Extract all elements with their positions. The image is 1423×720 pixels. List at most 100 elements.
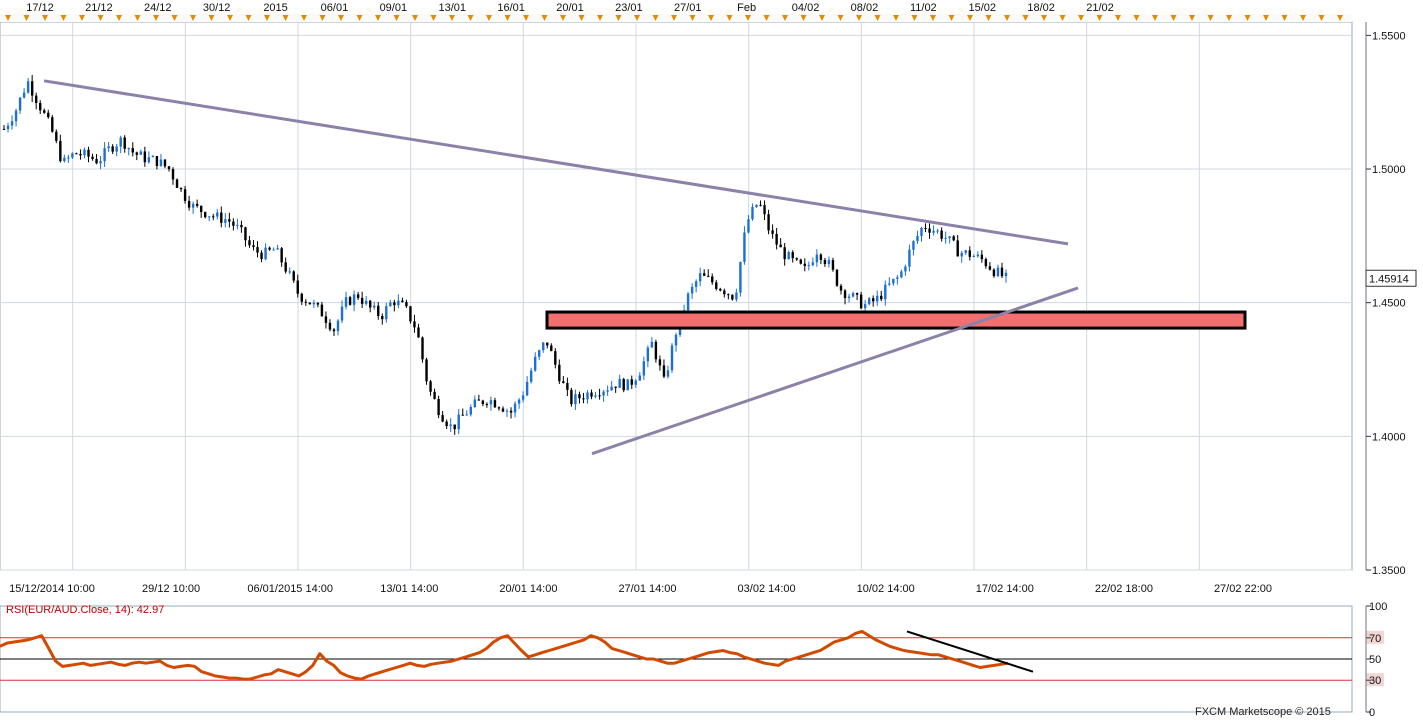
candle-body[interactable]: [529, 370, 533, 382]
candle-body[interactable]: [22, 92, 26, 98]
candle-body[interactable]: [304, 301, 308, 303]
candle-body[interactable]: [14, 110, 18, 122]
candle-body[interactable]: [747, 219, 750, 233]
candle-body[interactable]: [183, 189, 187, 201]
candle-body[interactable]: [155, 156, 159, 166]
candle-body[interactable]: [441, 415, 444, 422]
candle-body[interactable]: [924, 227, 927, 229]
candle-body[interactable]: [147, 157, 151, 163]
candle-body[interactable]: [272, 249, 275, 251]
candle-body[interactable]: [316, 302, 320, 305]
candle-body[interactable]: [39, 102, 42, 111]
candle-body[interactable]: [212, 216, 215, 218]
candle-body[interactable]: [256, 247, 259, 253]
candle-body[interactable]: [79, 153, 82, 156]
candle-body[interactable]: [823, 259, 827, 265]
candle-body[interactable]: [324, 316, 328, 323]
candle-body[interactable]: [558, 364, 561, 382]
candle-body[interactable]: [876, 295, 879, 302]
candle-body[interactable]: [550, 345, 553, 352]
candle-body[interactable]: [135, 152, 138, 155]
candle-body[interactable]: [18, 97, 22, 111]
candle-body[interactable]: [775, 233, 778, 245]
candle-body[interactable]: [413, 321, 416, 328]
candle-body[interactable]: [264, 247, 267, 260]
candle-body[interactable]: [477, 399, 481, 401]
candle-body[interactable]: [385, 306, 388, 320]
candle-body[interactable]: [570, 389, 573, 405]
candle-body[interactable]: [711, 276, 714, 283]
candle-body[interactable]: [260, 252, 263, 260]
candle-body[interactable]: [843, 290, 847, 299]
candle-body[interactable]: [779, 244, 782, 248]
candle-body[interactable]: [26, 81, 30, 93]
candle-body[interactable]: [509, 410, 513, 413]
candle-body[interactable]: [811, 262, 815, 266]
candle-body[interactable]: [91, 156, 94, 159]
candle-body[interactable]: [99, 161, 102, 164]
candle-body[interactable]: [670, 345, 674, 371]
candle-body[interactable]: [542, 342, 545, 351]
candle-body[interactable]: [360, 297, 364, 304]
support-zone[interactable]: [545, 310, 1247, 330]
candle-body[interactable]: [650, 341, 654, 348]
candle-body[interactable]: [320, 304, 324, 317]
candle-body[interactable]: [723, 290, 726, 295]
candle-body[interactable]: [610, 386, 613, 391]
candle-body[interactable]: [87, 149, 90, 157]
candle-body[interactable]: [586, 392, 589, 400]
candle-body[interactable]: [151, 156, 155, 158]
candle-body[interactable]: [642, 361, 646, 376]
candle-body[interactable]: [204, 212, 207, 218]
candle-body[interactable]: [992, 269, 996, 277]
candle-body[interactable]: [646, 347, 650, 362]
candle-body[interactable]: [803, 263, 806, 266]
candle-body[interactable]: [47, 112, 50, 118]
candle-body[interactable]: [835, 269, 839, 286]
candle-body[interactable]: [940, 230, 943, 239]
candle-body[interactable]: [296, 280, 299, 294]
candle-body[interactable]: [1000, 267, 1004, 277]
candle-body[interactable]: [936, 230, 939, 232]
candle-body[interactable]: [425, 359, 428, 382]
candle-body[interactable]: [538, 350, 541, 357]
candle-body[interactable]: [340, 306, 344, 321]
candle-body[interactable]: [513, 403, 517, 413]
candle-body[interactable]: [566, 382, 569, 390]
candle-body[interactable]: [686, 293, 690, 311]
candle-body[interactable]: [191, 203, 195, 208]
candle-body[interactable]: [654, 341, 658, 360]
candle-body[interactable]: [489, 400, 493, 405]
candle-body[interactable]: [674, 334, 678, 346]
candle-body[interactable]: [284, 262, 287, 272]
rsi-panel[interactable]: 100 70 50 30 0: [0, 601, 1387, 719]
candle-body[interactable]: [34, 95, 38, 103]
candle-body[interactable]: [332, 329, 336, 332]
candle-body[interactable]: [417, 327, 420, 338]
candle-body[interactable]: [626, 379, 629, 391]
candle-body[interactable]: [268, 247, 271, 250]
candle-body[interactable]: [533, 356, 537, 371]
candle-body[interactable]: [123, 137, 126, 149]
candle-body[interactable]: [815, 254, 819, 263]
candle-body[interactable]: [111, 146, 114, 152]
candle-body[interactable]: [912, 241, 915, 250]
candle-body[interactable]: [308, 302, 312, 305]
candle-body[interactable]: [352, 294, 356, 305]
candle-body[interactable]: [739, 262, 742, 293]
candle-body[interactable]: [634, 380, 637, 385]
candle-body[interactable]: [51, 117, 54, 132]
candle-body[interactable]: [578, 394, 581, 399]
candle-body[interactable]: [336, 320, 340, 332]
candle-body[interactable]: [107, 146, 110, 149]
candle-body[interactable]: [368, 300, 372, 308]
candle-body[interactable]: [855, 293, 859, 295]
candle-body[interactable]: [397, 300, 400, 306]
candle-body[interactable]: [429, 381, 432, 392]
candle-body[interactable]: [10, 121, 14, 126]
candle-body[interactable]: [312, 302, 316, 305]
candle-body[interactable]: [719, 288, 722, 291]
candle-body[interactable]: [867, 298, 871, 305]
candle-body[interactable]: [960, 252, 963, 257]
candle-body[interactable]: [859, 294, 863, 309]
